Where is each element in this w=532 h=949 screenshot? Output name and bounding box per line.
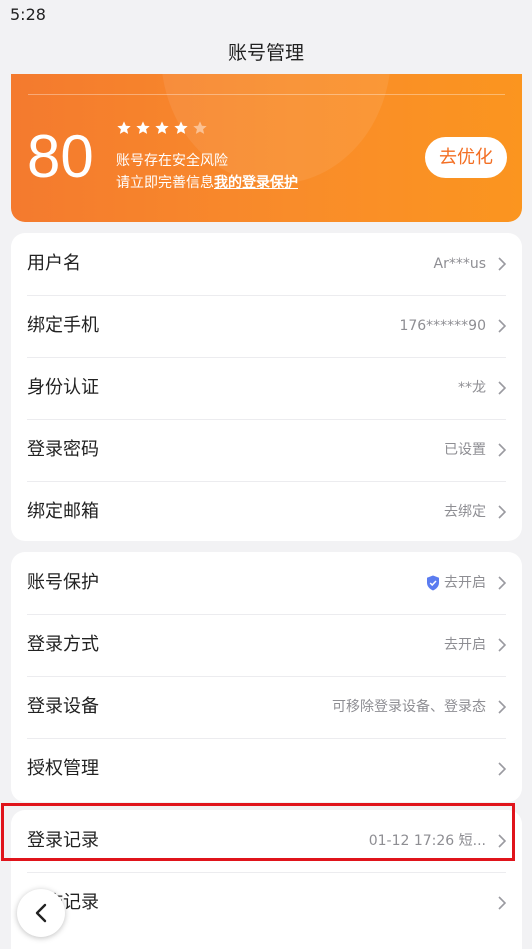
row-bound-email[interactable]: 绑定邮箱 去绑定 [11, 481, 522, 543]
star-rating [116, 120, 208, 136]
chevron-right-icon [498, 381, 506, 395]
chevron-right-icon [498, 576, 506, 590]
row-bound-phone[interactable]: 绑定手机 176******90 [11, 295, 522, 357]
row-label: 登录密码 [27, 439, 99, 460]
shield-check-icon [427, 575, 439, 591]
star-icon [174, 121, 188, 134]
records-card: 登录记录 01-12 17:26 短... 操作记录 [11, 810, 522, 949]
chevron-right-icon [498, 443, 506, 457]
row-value: 去开启 [444, 614, 486, 676]
row-value-text: 01-12 17:26 短... [368, 833, 486, 849]
row-value-text: 去开启 [444, 637, 486, 653]
chevron-right-icon [498, 505, 506, 519]
chevron-right-icon [498, 638, 506, 652]
tip-text: 请立即完善信息我的登录保护 [116, 172, 298, 192]
divider [28, 94, 505, 95]
security-card: 账号保护 去开启 登录方式 去开启 登录设备 可移除登录设备、登录态 授权管理 [11, 552, 522, 802]
page-title: 账号管理 [227, 42, 304, 64]
row-username[interactable]: 用户名 Ar***us [11, 233, 522, 295]
row-account-protection[interactable]: 账号保护 去开启 [11, 552, 522, 614]
row-label: 登录方式 [27, 634, 99, 655]
row-value-text: 去开启 [444, 575, 486, 591]
star-icon [155, 121, 169, 134]
risk-text: 账号存在安全风险 [116, 153, 228, 169]
star-icon [136, 121, 150, 134]
chevron-right-icon [498, 896, 506, 910]
chevron-right-icon [498, 319, 506, 333]
row-value-text: 176******90 [399, 318, 486, 334]
chevron-right-icon [498, 257, 506, 271]
chevron-right-icon [498, 834, 506, 848]
row-label: 登录记录 [27, 830, 99, 851]
star-icon [117, 121, 131, 134]
optimize-button[interactable]: 去优化 [425, 137, 507, 178]
row-authorization[interactable]: 授权管理 [11, 738, 522, 800]
login-protection-link[interactable]: 我的登录保护 [214, 175, 298, 191]
row-value: 可移除登录设备、登录态 [332, 676, 486, 738]
chevron-right-icon [498, 762, 506, 776]
row-value: 去开启 [426, 552, 486, 614]
status-time: 5:28 [10, 5, 46, 24]
star-empty-icon [193, 121, 207, 134]
row-label: 身份认证 [27, 377, 99, 398]
row-value-text: 已设置 [444, 442, 486, 458]
row-value: **龙 [458, 357, 486, 419]
row-value-text: **龙 [458, 380, 486, 396]
row-identity[interactable]: 身份认证 **龙 [11, 357, 522, 419]
row-value-text: 可移除登录设备、登录态 [332, 699, 486, 715]
row-login-records[interactable]: 登录记录 01-12 17:26 短... [11, 810, 522, 872]
row-value: 01-12 17:26 短... [369, 810, 486, 872]
row-value-text: 去绑定 [444, 504, 486, 520]
row-value: Ar***us [434, 233, 487, 295]
row-value-text: Ar***us [433, 256, 487, 272]
row-label: 登录设备 [27, 696, 99, 717]
row-label: 授权管理 [27, 758, 99, 779]
row-label: 绑定手机 [27, 315, 99, 336]
back-button[interactable] [17, 889, 65, 937]
row-login-password[interactable]: 登录密码 已设置 [11, 419, 522, 481]
chevron-right-icon [498, 700, 506, 714]
row-label: 绑定邮箱 [27, 501, 99, 522]
row-label: 账号保护 [27, 572, 99, 593]
tip-prefix: 请立即完善信息 [116, 175, 214, 191]
security-score-card: 80 账号存在安全风险 请立即完善信息我的登录保护 去优化 [11, 74, 522, 222]
status-bar: 5:28 [0, 0, 532, 30]
row-login-devices[interactable]: 登录设备 可移除登录设备、登录态 [11, 676, 522, 738]
row-value: 176******90 [399, 295, 486, 357]
row-login-method[interactable]: 登录方式 去开启 [11, 614, 522, 676]
row-operation-records[interactable]: 操作记录 [11, 872, 522, 934]
row-value: 去绑定 [444, 481, 486, 543]
account-info-card: 用户名 Ar***us 绑定手机 176******90 身份认证 **龙 登录… [11, 233, 522, 541]
row-label: 用户名 [27, 253, 81, 274]
chevron-left-icon [35, 903, 47, 923]
row-value: 已设置 [444, 419, 486, 481]
security-score: 80 [27, 123, 94, 190]
